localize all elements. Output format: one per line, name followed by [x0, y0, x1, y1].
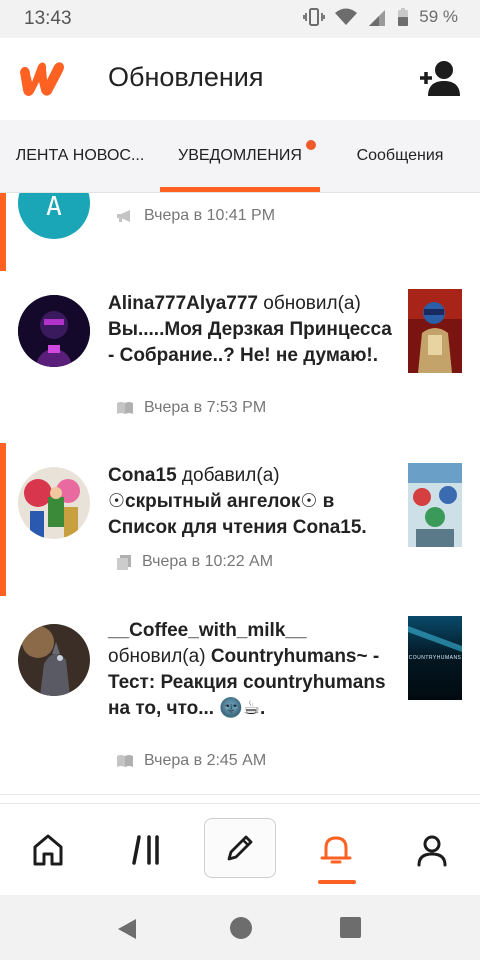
vibrate-icon [303, 8, 326, 26]
tab-label: Сообщения [356, 147, 444, 164]
notification-item[interactable]: Alina777Alya777 обновил(а) Вы.....Моя Де… [0, 271, 480, 444]
notification-meta: Вчера в 10:22 AM [116, 553, 273, 571]
cover-image [408, 463, 462, 547]
avatar-image [18, 467, 90, 539]
status-bar: 13:43 59 % [0, 0, 480, 38]
notification-action: добавил(а) [181, 465, 280, 486]
back-icon[interactable] [116, 917, 138, 941]
avatar-image [18, 624, 90, 696]
avatar-image [18, 295, 90, 367]
app-header: Обновления [0, 38, 480, 120]
notification-time: Вчера в 10:22 AM [142, 553, 274, 570]
notification-story[interactable]: ☉скрытный ангелок☉ в Список для чтения C… [108, 491, 367, 538]
notification-user[interactable]: __Coffee_with_milk__ [108, 620, 307, 641]
avatar-letter: A [46, 193, 62, 222]
tabs-bar: ЛЕНТА НОВОС... УВЕДОМЛЕНИЯ Сообщения [0, 120, 480, 193]
avatar[interactable] [18, 467, 90, 539]
recent-apps-icon[interactable] [340, 917, 361, 938]
page-title: Обновления [108, 62, 264, 92]
active-nav-indicator [318, 880, 356, 884]
nav-profile[interactable] [400, 818, 464, 882]
battery-icon [398, 8, 409, 26]
signal-icon [369, 10, 386, 26]
wattpad-logo-icon[interactable] [16, 58, 68, 98]
nav-library[interactable] [114, 818, 178, 882]
system-nav-bar [0, 895, 480, 960]
profile-icon [417, 835, 447, 867]
wifi-icon [335, 8, 358, 25]
book-icon [117, 402, 133, 414]
notification-item[interactable]: Cona15 добавил(а) ☉скрытный ангелок☉ в С… [0, 443, 480, 597]
notification-story[interactable]: Вы.....Моя Дерзкая Принцесса - Собрание.… [108, 319, 392, 366]
notification-time: Вчера в 10:41 PM [144, 207, 276, 224]
status-icons: 59 % [303, 7, 458, 27]
notification-text: Cona15 добавил(а) ☉скрытный ангелок☉ в С… [108, 463, 398, 541]
notification-user[interactable]: Alina777Alya777 [108, 293, 258, 314]
active-tab-indicator [160, 187, 320, 192]
tab-label: УВЕДОМЛЕНИЯ [178, 147, 302, 164]
nav-write[interactable] [204, 818, 276, 878]
library-icon [132, 835, 159, 865]
avatar[interactable] [18, 295, 90, 367]
story-cover[interactable]: COUNTRYHUMANS [408, 616, 462, 700]
bell-icon [320, 836, 352, 864]
reading-list-icon [117, 555, 131, 570]
cover-title: COUNTRYHUMANS [408, 655, 462, 661]
add-user-button[interactable] [418, 58, 462, 98]
tab-label: ЛЕНТА НОВОС... [15, 147, 145, 164]
notification-text: Alina777Alya777 обновил(а) Вы.....Моя Де… [108, 291, 398, 369]
cover-image [408, 289, 462, 373]
tab-notifications[interactable]: УВЕДОМЛЕНИЯ [160, 120, 320, 192]
status-time: 13:43 [24, 8, 72, 29]
nav-notifications[interactable] [304, 818, 368, 882]
home-circle-icon[interactable] [230, 917, 252, 939]
story-cover[interactable] [408, 289, 462, 373]
notification-text: __Coffee_with_milk__ обновил(а) Countryh… [108, 618, 398, 722]
tab-messages[interactable]: Сообщения [320, 120, 480, 192]
notification-user[interactable]: Cona15 [108, 465, 177, 486]
battery-level: 59 % [419, 7, 458, 26]
avatar[interactable] [18, 624, 90, 696]
unread-indicator [0, 443, 6, 596]
story-cover[interactable] [408, 463, 462, 547]
notification-time: Вчера в 7:53 PM [144, 399, 267, 416]
pencil-icon [227, 835, 253, 861]
bottom-nav [0, 803, 480, 896]
notification-meta: Вчера в 7:53 PM [116, 399, 266, 417]
book-icon [117, 755, 133, 767]
notification-feed[interactable]: A Вчера в 10:41 PM Alina777Alya777 обнов… [0, 193, 480, 803]
new-indicator-dot [306, 140, 316, 150]
notification-item[interactable]: A Вчера в 10:41 PM [0, 193, 480, 272]
notification-time: Вчера в 2:45 AM [144, 752, 267, 769]
megaphone-icon [117, 210, 130, 222]
tab-news-feed[interactable]: ЛЕНТА НОВОС... [0, 120, 160, 192]
avatar[interactable]: A [18, 193, 90, 239]
unread-indicator [0, 193, 6, 271]
notification-meta: Вчера в 2:45 AM [116, 752, 266, 770]
home-icon [33, 834, 63, 866]
nav-home[interactable] [16, 818, 80, 882]
notification-meta: Вчера в 10:41 PM [116, 207, 275, 225]
notification-item[interactable]: __Coffee_with_milk__ обновил(а) Countryh… [0, 596, 480, 795]
notification-action: обновил(а) [108, 646, 206, 667]
notification-action: обновил(а) [263, 293, 361, 314]
